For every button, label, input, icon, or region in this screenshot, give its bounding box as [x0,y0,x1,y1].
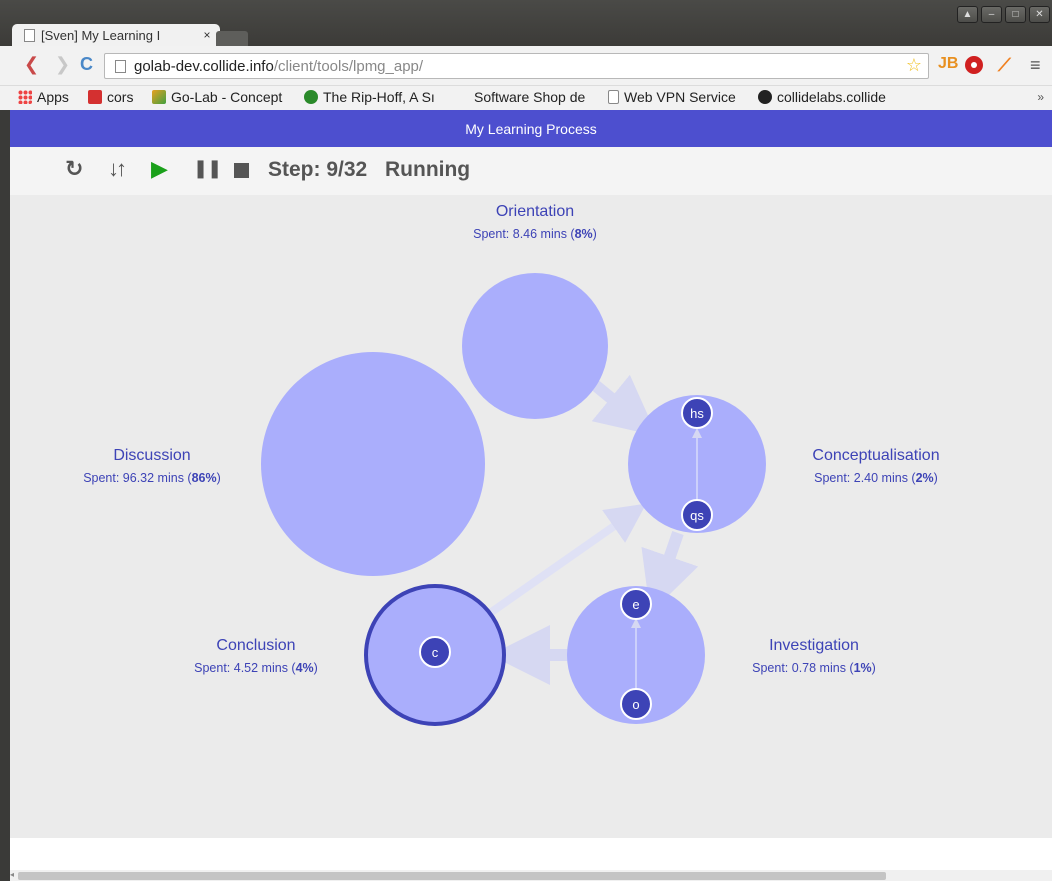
bookmarks-bar: Apps cors Go-Lab - Concept The Rip-Hoff,… [0,86,1052,110]
tab-title: [Sven] My Learning I [41,27,161,43]
bookmark-software-shop[interactable]: Software Shop de [474,89,585,105]
phase-node-discussion[interactable] [261,352,485,576]
new-tab-button[interactable] [216,31,248,46]
subphase-e[interactable]: e [620,588,652,620]
adblock-extension-icon[interactable] [965,56,983,74]
edge-orientation-conceptualisation [591,374,658,437]
phase-name: Investigation [769,637,859,654]
back-icon[interactable]: ❮ [24,54,39,75]
page-content: My Learning Process ↻ ↓↑ ▶ ❚❚ Step: 9/32… [10,110,1052,881]
subphase-c[interactable]: c [419,636,451,668]
user-icon[interactable]: ▲ [957,6,978,23]
subphase-label-c: c [432,645,439,660]
close-window-button[interactable]: ✕ [1029,6,1050,23]
app-title: My Learning Process [465,120,597,137]
phase-name: Orientation [495,203,575,220]
cors-icon [88,90,102,104]
phase-name: Conceptualisation [812,447,940,464]
sort-icon[interactable]: ↓↑ [108,156,127,182]
subphase-label-qs: qs [690,508,704,523]
jb-extension-icon[interactable]: JB [938,55,958,73]
app-header: My Learning Process [10,110,1052,147]
collide-icon [758,90,772,104]
playback-controls: ↻ ↓↑ ▶ ❚❚ Step: 9/32 Running [10,147,1052,195]
bookmark-apps[interactable]: Apps [18,89,69,105]
subphase-label-o: o [632,697,639,712]
edge-conceptualisation-investigation [641,531,699,614]
reload-icon[interactable]: C [80,54,93,75]
status-text: Running [385,158,471,181]
play-icon[interactable]: ▶ [151,156,168,182]
bookmark-label: Web VPN Service [624,89,736,105]
apps-grid-icon [18,90,32,104]
reset-icon[interactable]: ↻ [65,156,83,182]
page-icon [24,28,35,42]
step-counter: Step: 9/32 [268,158,368,181]
phase-spent: Spent: 2.40 mins (2%) [814,471,938,485]
stop-icon[interactable] [234,163,249,178]
scroll-left-icon[interactable]: ◂ [10,870,14,879]
bookmark-label: cors [107,89,134,105]
horizontal-scrollbar[interactable]: ◂ [10,870,1052,881]
bookmarks-overflow-button[interactable]: » [1037,90,1044,104]
bookmark-label: Software Shop de [474,89,586,105]
phase-spent: Spent: 96.32 mins (86%) [83,471,221,485]
phase-spent: Spent: 8.46 mins (8%) [473,227,597,241]
phase-label-orientation: Orientation Spent: 8.46 mins (8%) [435,203,635,241]
golab-icon [152,90,166,104]
ripoff-icon [304,90,318,104]
phase-label-conclusion: Conclusion Spent: 4.52 mins (4%) [156,637,356,675]
bookmark-golab[interactable]: Go-Lab - Concept [152,89,282,105]
subphase-label-e: e [632,597,639,612]
bookmark-label: The Rip-Hoff, A Sı [323,89,435,105]
subphase-label-hs: hs [690,406,704,421]
page-icon [115,59,126,73]
url-host: golab-dev.collide.info [134,57,274,75]
phase-spent: Spent: 0.78 mins (1%) [752,661,876,675]
phase-label-conceptualisation: Conceptualisation Spent: 2.40 mins (2%) [776,447,976,485]
bookmark-ripoff[interactable]: The Rip-Hoff, A Sı [304,89,435,105]
browser-tab[interactable]: [Sven] My Learning I × [12,24,220,46]
maximize-button[interactable]: □ [1005,6,1026,23]
menu-icon[interactable]: ≡ [1030,55,1041,76]
phase-spent: Spent: 4.52 mins (4%) [194,661,318,675]
subphase-o[interactable]: o [620,688,652,720]
bookmark-label: collidelabs.collide [777,89,886,105]
phase-name: Discussion [113,447,191,464]
window-titlebar: [Sven] My Learning I × ▲ – □ ✕ [0,0,1052,46]
subphase-hs[interactable]: hs [681,397,713,429]
phase-node-orientation[interactable] [462,273,608,419]
learning-process-canvas: hs qs e o c Orientation Spent: 8.46 mins [10,195,1052,838]
bookmark-label: Go-Lab - Concept [171,89,283,105]
bookmark-label: Apps [37,89,69,105]
phase-label-discussion: Discussion Spent: 96.32 mins (86%) [52,447,252,485]
scrollbar-thumb[interactable] [18,872,886,880]
phase-label-investigation: Investigation Spent: 0.78 mins (1%) [714,637,914,675]
bookmark-cors[interactable]: cors [88,89,133,105]
forward-icon[interactable]: ❯ [55,54,70,75]
address-bar[interactable]: golab-dev.collide.info /client/tools/lpm… [104,53,929,79]
page-icon [608,90,619,104]
phase-name: Conclusion [216,637,296,654]
tab-close-button[interactable]: × [200,28,214,42]
minimize-button[interactable]: – [981,6,1002,23]
browser-toolbar: ❮ ❯ C golab-dev.collide.info /client/too… [0,46,1052,86]
window-controls: ▲ – □ ✕ [957,6,1050,23]
subphase-qs[interactable]: qs [681,499,713,531]
bookmark-web-vpn[interactable]: Web VPN Service [608,89,736,105]
bookmark-collidelabs[interactable]: collidelabs.collide [758,89,886,105]
process-graph: hs qs e o c [261,273,766,726]
rss-icon[interactable]: ⟋ [998,55,1011,76]
url-path: /client/tools/lpmg_app/ [273,57,424,75]
star-icon[interactable]: ☆ [906,55,922,76]
pause-icon[interactable]: ❚❚ [193,158,222,179]
